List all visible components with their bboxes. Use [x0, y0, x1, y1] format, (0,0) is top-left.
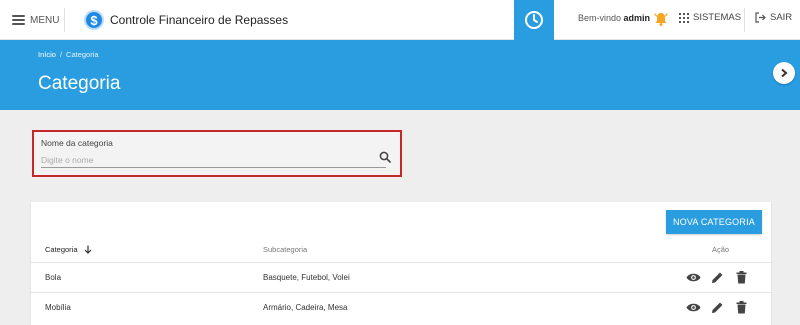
welcome-prefix: Bem-vindo: [578, 13, 622, 23]
clock-icon: [525, 11, 543, 29]
apps-grid-icon: [679, 12, 689, 23]
cell-category: Bola: [45, 273, 62, 282]
welcome-text: Bem-vindo admin: [578, 13, 650, 23]
category-table-card: NOVA CATEGORIA Categoria Subcategoria Aç…: [31, 202, 771, 325]
cell-subcategory: Basquete, Futebol, Volei: [263, 273, 350, 282]
clock-button[interactable]: [514, 0, 554, 40]
category-search-panel: Nome da categoria: [32, 130, 402, 177]
chevron-right-icon: [781, 68, 788, 78]
cell-subcategory: Armário, Cadeira, Mesa: [263, 303, 348, 312]
view-eye-icon[interactable]: [686, 270, 701, 285]
delete-trash-icon[interactable]: [734, 270, 749, 285]
hamburger-icon: [12, 15, 25, 25]
table-row: Mobília Armário, Cadeira, Mesa: [31, 292, 771, 322]
new-category-button[interactable]: NOVA CATEGORIA: [666, 210, 762, 234]
delete-trash-icon[interactable]: [734, 300, 749, 315]
view-eye-icon[interactable]: [686, 300, 701, 315]
table-row: Bola Basquete, Futebol, Volei: [31, 262, 771, 292]
breadcrumb-current: Categoria: [66, 50, 99, 59]
menu-button[interactable]: MENU: [12, 11, 59, 29]
breadcrumb: Início / Categoria: [38, 50, 99, 59]
edit-pencil-icon[interactable]: [710, 270, 725, 285]
page-title: Categoria: [38, 73, 121, 94]
username: admin: [623, 13, 651, 23]
breadcrumb-separator: /: [59, 50, 63, 59]
systems-button[interactable]: SISTEMAS: [679, 12, 741, 23]
row-actions: [686, 270, 749, 285]
page-header: Início / Categoria Categoria: [0, 40, 800, 110]
divider: [744, 8, 745, 32]
divider: [64, 8, 65, 32]
app-title: Controle Financeiro de Repasses: [110, 13, 289, 27]
brand[interactable]: $ Controle Financeiro de Repasses: [84, 8, 288, 32]
systems-label: SISTEMAS: [693, 12, 742, 23]
side-panel-toggle-button[interactable]: [773, 62, 795, 84]
column-header-subcategory: Subcategoria: [263, 245, 308, 254]
row-actions: [686, 300, 749, 315]
cell-category: Mobília: [45, 303, 71, 312]
search-icon[interactable]: [379, 150, 391, 168]
logout-button[interactable]: SAIR: [755, 12, 792, 23]
search-label: Nome da categoria: [41, 138, 113, 148]
category-name-search-input[interactable]: [41, 153, 386, 168]
edit-pencil-icon[interactable]: [710, 300, 725, 315]
dollar-logo-icon: $: [84, 10, 104, 30]
alarm-bell-icon[interactable]: [653, 11, 669, 32]
top-bar: MENU $ Controle Financeiro de Repasses B…: [0, 0, 800, 40]
column-header-category-label: Categoria: [45, 245, 78, 254]
logout-icon: [755, 12, 766, 23]
breadcrumb-home-link[interactable]: Início: [38, 50, 56, 59]
menu-label: MENU: [30, 14, 60, 26]
column-header-action: Ação: [712, 245, 730, 254]
logout-label: SAIR: [770, 12, 793, 23]
column-header-category[interactable]: Categoria: [45, 245, 92, 254]
arrow-down-icon: [84, 245, 91, 254]
